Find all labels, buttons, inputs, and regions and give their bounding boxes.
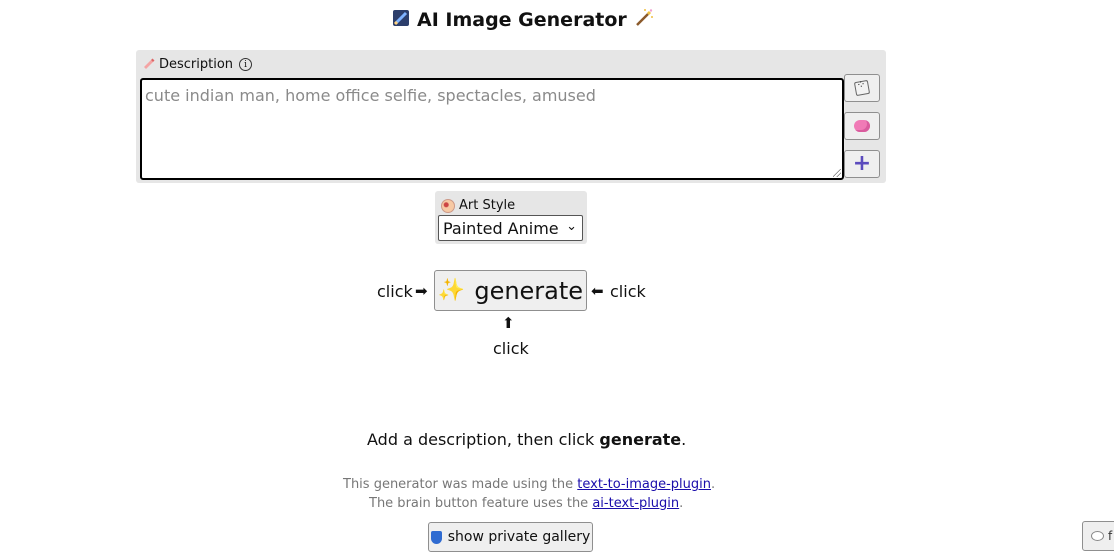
brain-prompt-button[interactable] <box>844 112 880 140</box>
pencil-icon <box>142 56 155 73</box>
palette-icon <box>441 198 455 213</box>
show-private-gallery-button[interactable]: show private gallery <box>428 522 593 552</box>
art-style-selected-value: Painted Anime <box>443 218 559 238</box>
art-style-panel: Art Style Painted Anime ⌄ <box>435 191 587 244</box>
description-input[interactable]: cute indian man, home office selfie, spe… <box>140 78 844 180</box>
click-hint-below: click <box>493 339 529 358</box>
brain-icon <box>854 120 870 132</box>
dice-icon <box>853 79 871 97</box>
resize-handle-icon[interactable] <box>833 169 841 177</box>
shield-icon <box>430 530 442 544</box>
art-style-label: Art Style <box>441 198 515 213</box>
generate-button-label: generate <box>474 276 584 305</box>
credit-line-2-text: The brain button feature uses the <box>369 496 593 511</box>
instruction-bold: generate <box>599 430 682 449</box>
credit-line-1-period: . <box>711 477 716 492</box>
instruction-suffix: . <box>681 430 687 449</box>
credit-line-2: The brain button feature uses the ai-tex… <box>369 496 683 511</box>
credit-line-1-text: This generator was made using the <box>343 477 578 492</box>
credit-line-2-period: . <box>679 496 684 511</box>
description-panel: Description i cute indian man, home offi… <box>136 50 886 183</box>
add-field-button[interactable]: + <box>844 150 880 178</box>
instruction-prefix: Add a description, then click <box>367 430 600 449</box>
art-style-select[interactable]: Painted Anime ⌄ <box>438 215 583 241</box>
show-private-gallery-label: show private gallery <box>447 529 591 545</box>
info-icon[interactable]: i <box>239 58 253 71</box>
description-label-text: Description <box>159 57 234 72</box>
plus-icon: + <box>852 151 872 176</box>
sparkles-icon: ✨ <box>437 278 466 303</box>
random-prompt-button[interactable] <box>844 74 880 102</box>
click-hint-right: click <box>610 282 646 301</box>
page-title-text: AI Image Generator <box>417 9 627 31</box>
chat-bubble-icon <box>1091 531 1104 541</box>
description-placeholder: cute indian man, home office selfie, spe… <box>145 86 596 105</box>
arrow-right-icon: ➡ <box>415 282 428 300</box>
click-hint-left: click <box>377 282 413 301</box>
page-title: AI Image Generator <box>392 8 654 32</box>
arrow-up-icon: ⬆ <box>502 314 515 332</box>
art-style-label-text: Art Style <box>459 198 516 213</box>
arrow-left-icon: ⬅ <box>591 282 604 300</box>
chevron-down-icon: ⌄ <box>566 219 577 234</box>
generate-button[interactable]: ✨ generate <box>434 270 587 311</box>
description-label: Description i <box>142 56 253 73</box>
text-to-image-plugin-link[interactable]: text-to-image-plugin <box>577 477 711 492</box>
ai-text-plugin-link[interactable]: ai-text-plugin <box>592 496 679 511</box>
magic-wand-icon <box>634 8 654 32</box>
credit-line-1: This generator was made using the text-t… <box>343 477 715 492</box>
corner-button-label: f <box>1108 529 1113 543</box>
paint-brush-icon <box>392 9 410 31</box>
instruction-text: Add a description, then click generate. <box>367 430 686 449</box>
